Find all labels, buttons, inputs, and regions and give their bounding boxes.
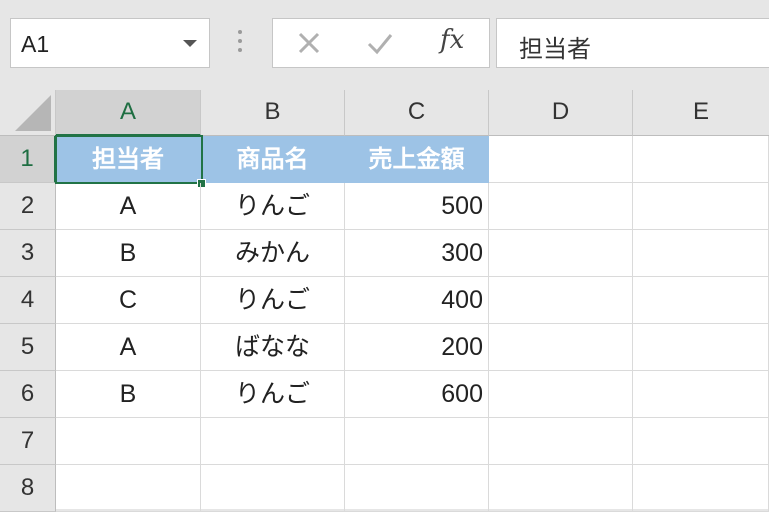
select-all-button[interactable] <box>0 90 56 136</box>
cell-a8[interactable] <box>56 465 201 512</box>
cell-b4[interactable]: りんご <box>201 277 345 324</box>
cell-a4[interactable]: C <box>56 277 201 324</box>
cell-e2[interactable] <box>633 183 769 230</box>
row-header-3[interactable]: 3 <box>0 230 56 277</box>
cell-c3[interactable]: 300 <box>345 230 489 277</box>
row-header-1[interactable]: 1 <box>0 136 56 183</box>
cell-e8[interactable] <box>633 465 769 512</box>
cell-b8[interactable] <box>201 465 345 512</box>
row-header-6[interactable]: 6 <box>0 371 56 418</box>
spreadsheet-grid: A B C D E 1 2 3 4 5 6 7 8 担当者 商品名 売上金額 A… <box>0 90 769 512</box>
cell-e7[interactable] <box>633 418 769 465</box>
cell-e3[interactable] <box>633 230 769 277</box>
row-header-8[interactable]: 8 <box>0 465 56 512</box>
cell-a2[interactable]: A <box>56 183 201 230</box>
cell-e4[interactable] <box>633 277 769 324</box>
cell-b6[interactable]: りんご <box>201 371 345 418</box>
active-cell-outline <box>55 135 203 184</box>
cell-b5[interactable]: ばなな <box>201 324 345 371</box>
cell-d6[interactable] <box>489 371 633 418</box>
cell-b3[interactable]: みかん <box>201 230 345 277</box>
checkmark-icon[interactable] <box>366 29 394 57</box>
cell-c8[interactable] <box>345 465 489 512</box>
column-header-c[interactable]: C <box>345 90 489 136</box>
column-header-b[interactable]: B <box>201 90 345 136</box>
cell-e1[interactable] <box>633 136 769 183</box>
column-header-e[interactable]: E <box>633 90 769 136</box>
cell-d4[interactable] <box>489 277 633 324</box>
cell-d5[interactable] <box>489 324 633 371</box>
cell-c5[interactable]: 200 <box>345 324 489 371</box>
cell-c1[interactable]: 売上金額 <box>345 136 489 183</box>
cell-a3[interactable]: B <box>56 230 201 277</box>
cell-a6[interactable]: B <box>56 371 201 418</box>
cell-c6[interactable]: 600 <box>345 371 489 418</box>
row-header-2[interactable]: 2 <box>0 183 56 230</box>
cell-a5[interactable]: A <box>56 324 201 371</box>
select-all-icon <box>15 95 51 131</box>
cell-a7[interactable] <box>56 418 201 465</box>
name-box[interactable]: A1 <box>10 18 210 68</box>
drag-handle-icon[interactable] <box>238 30 242 56</box>
cell-d8[interactable] <box>489 465 633 512</box>
row-header-4[interactable]: 4 <box>0 277 56 324</box>
formula-bar-area: A1 fx 担当者 <box>0 0 769 90</box>
cell-b7[interactable] <box>201 418 345 465</box>
cell-d2[interactable] <box>489 183 633 230</box>
cell-b2[interactable]: りんご <box>201 183 345 230</box>
formula-input-value: 担当者 <box>519 36 591 63</box>
formula-input[interactable]: 担当者 <box>496 18 769 68</box>
cell-e5[interactable] <box>633 324 769 371</box>
cell-d7[interactable] <box>489 418 633 465</box>
close-icon[interactable] <box>295 29 323 57</box>
cell-c7[interactable] <box>345 418 489 465</box>
formula-buttons: fx <box>272 18 490 68</box>
column-header-a[interactable]: A <box>56 90 201 136</box>
cell-c4[interactable]: 400 <box>345 277 489 324</box>
cell-c2[interactable]: 500 <box>345 183 489 230</box>
cell-d1[interactable] <box>489 136 633 183</box>
insert-function-button[interactable]: fx <box>440 25 464 55</box>
cell-e6[interactable] <box>633 371 769 418</box>
cell-b1[interactable]: 商品名 <box>201 136 345 183</box>
name-box-value: A1 <box>21 31 50 57</box>
cell-d3[interactable] <box>489 230 633 277</box>
row-header-7[interactable]: 7 <box>0 418 56 465</box>
column-header-d[interactable]: D <box>489 90 633 136</box>
row-header-5[interactable]: 5 <box>0 324 56 371</box>
chevron-down-icon[interactable] <box>183 40 197 47</box>
